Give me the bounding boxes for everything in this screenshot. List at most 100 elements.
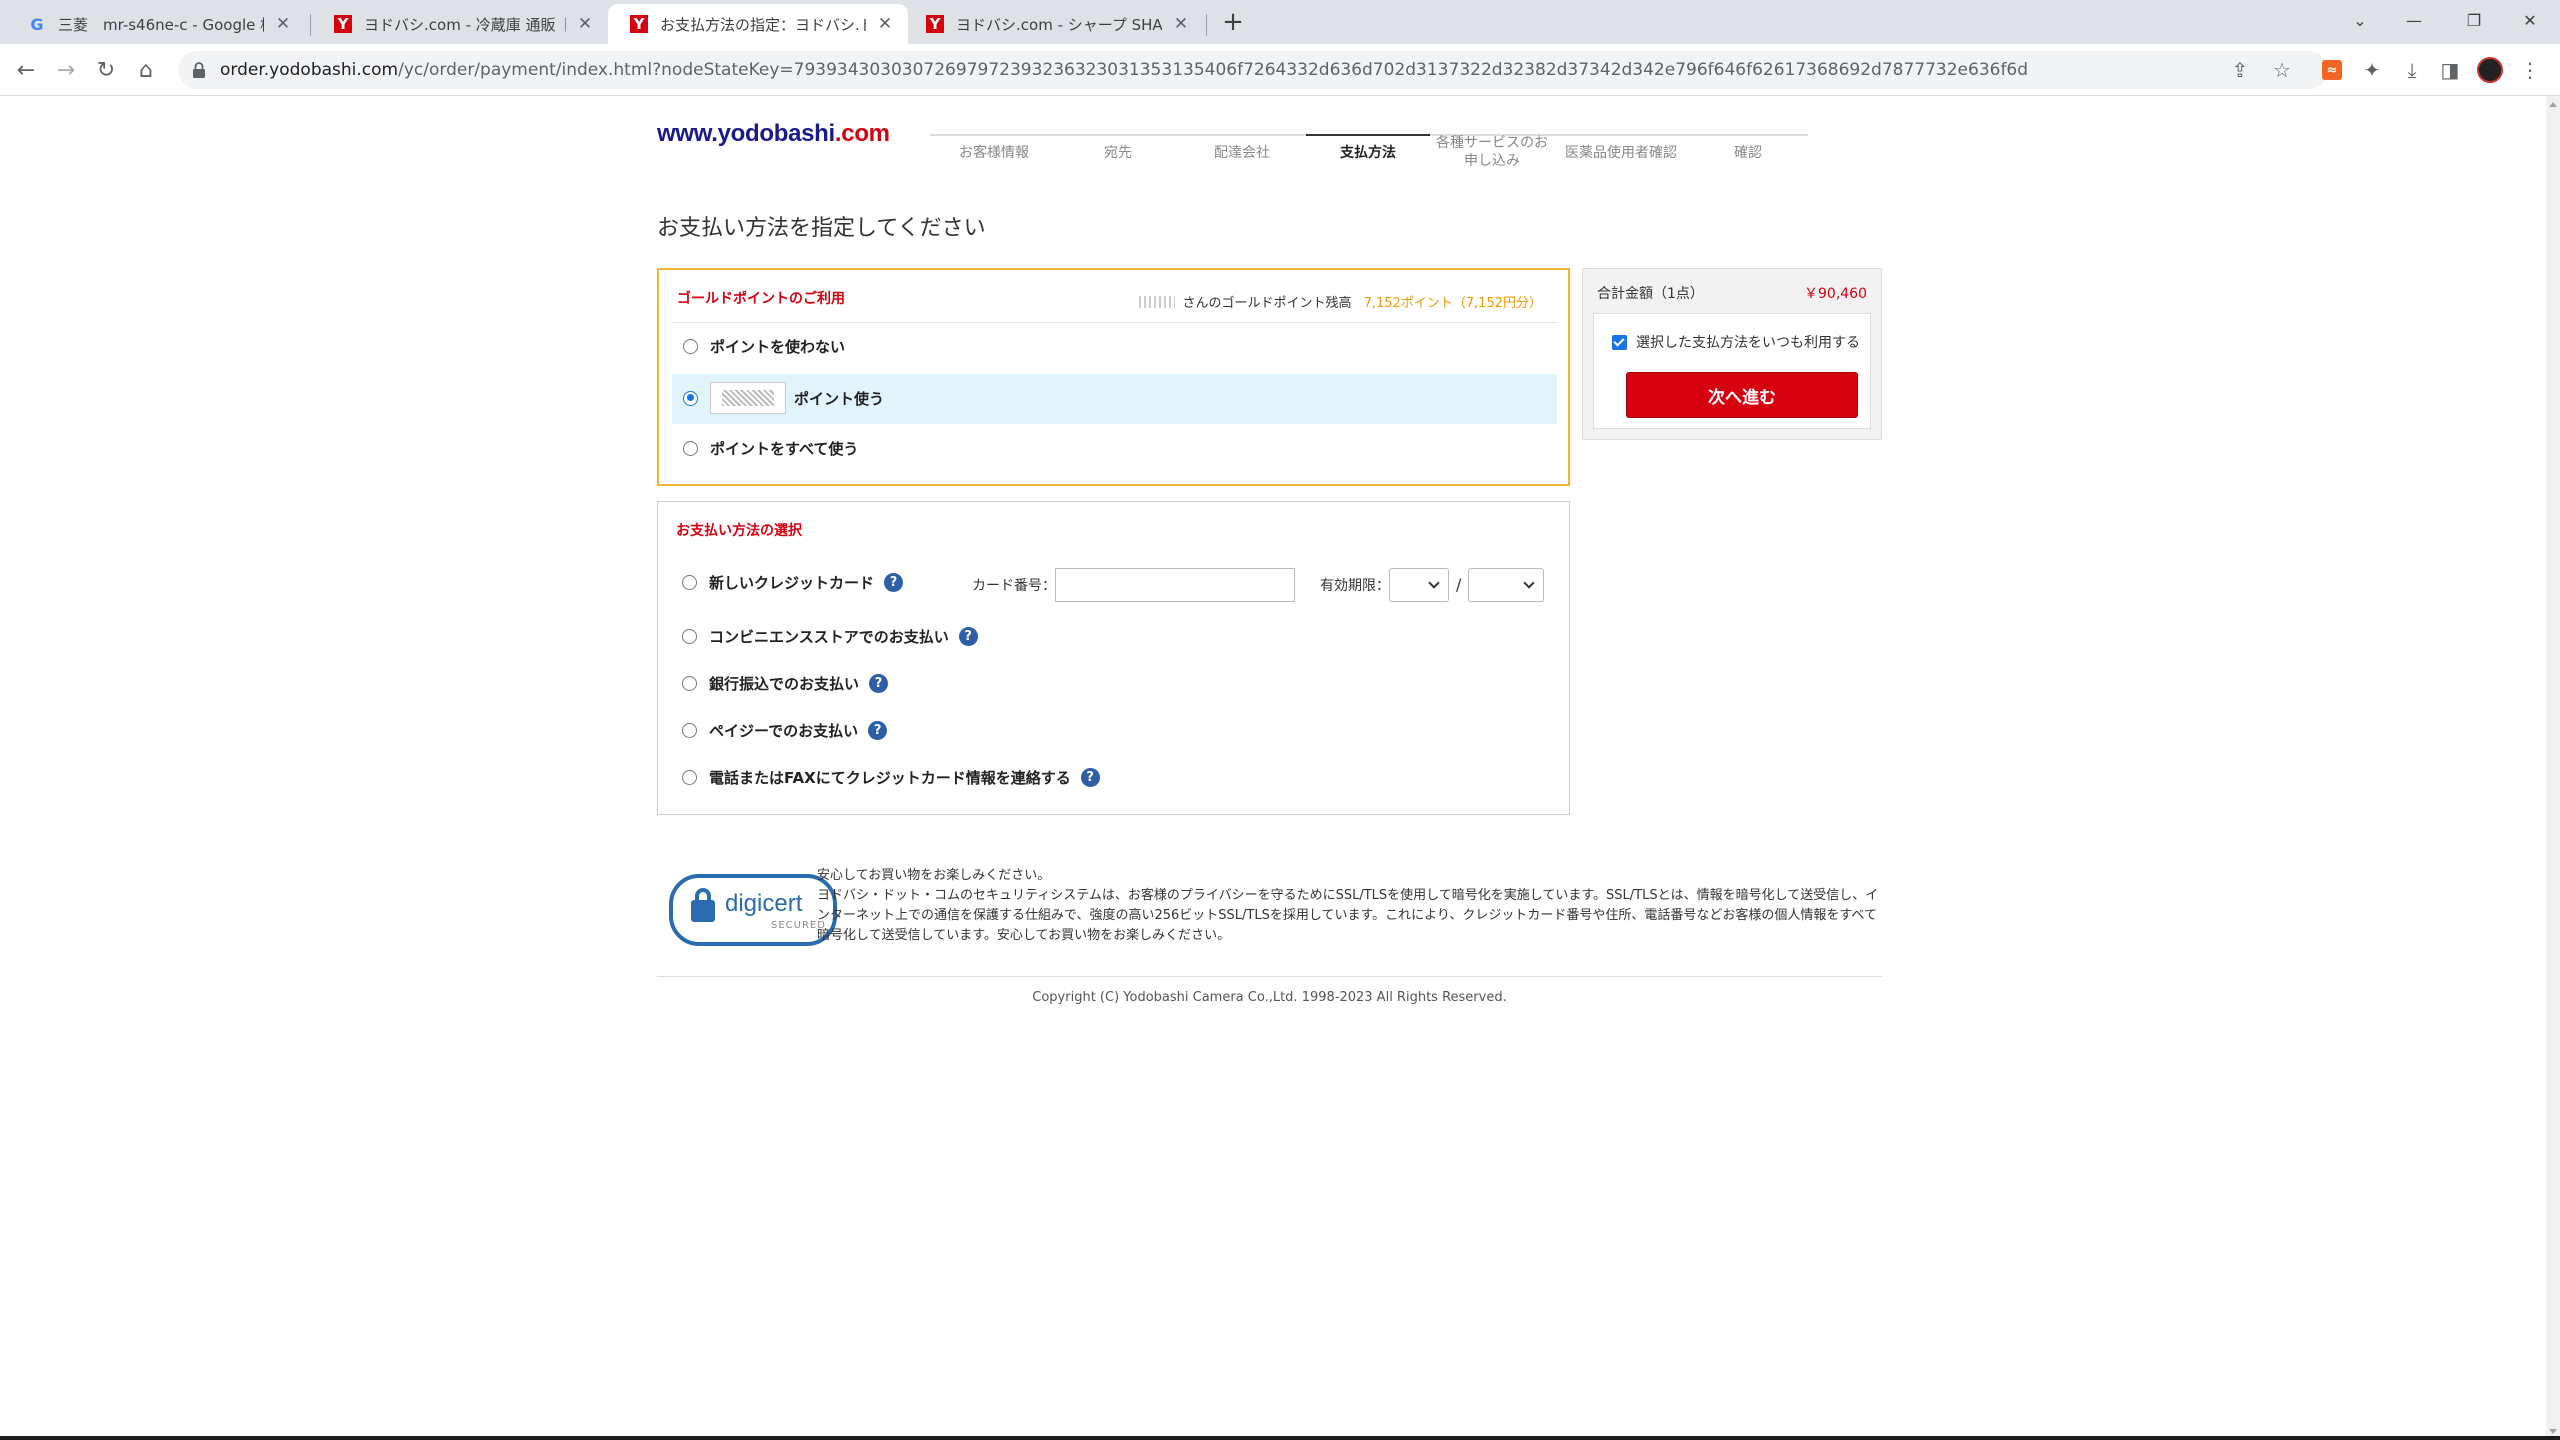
profile-avatar[interactable] <box>2477 57 2503 83</box>
expiry-month-select[interactable] <box>1389 568 1449 602</box>
url-text: order.yodobashi.com/yc/order/payment/ind… <box>220 60 2029 80</box>
forward-icon[interactable]: → <box>52 56 80 84</box>
points-option-partial[interactable]: ポイント使う <box>683 382 884 414</box>
card-number-label: カード番号： <box>972 578 1056 594</box>
expiry-separator: / <box>1456 575 1462 594</box>
yodobashi-icon: Y <box>334 15 352 33</box>
address-bar[interactable]: order.yodobashi.com/yc/order/payment/ind… <box>178 51 2328 89</box>
page-scrollbar[interactable] <box>2546 96 2560 1440</box>
browser-tab-payment[interactable]: Y お支払方法の指定：ヨドバシ.ドットコム ✕ <box>608 4 908 44</box>
step-customer-info: お客様情報 <box>959 145 1029 161</box>
summary-actions: 選択した支払方法をいつも利用する 次へ進む <box>1593 313 1871 429</box>
restore-icon[interactable]: ❐ <box>2444 0 2504 40</box>
expiry-year-select[interactable] <box>1468 568 1544 602</box>
download-icon[interactable]: ⤓ <box>2398 56 2426 84</box>
browser-tab-google-search[interactable]: G 三菱 mr-s46ne-c - Google 検索 ✕ <box>6 4 306 44</box>
total-value: ￥90,460 <box>1804 286 1867 302</box>
radio-button[interactable] <box>682 575 697 590</box>
tab-title: ヨドバシ.com - シャープ SHARP SJ-MF46J <box>956 15 1162 34</box>
points-option-all[interactable]: ポイントをすべて使う <box>683 438 858 459</box>
next-button[interactable]: 次へ進む <box>1626 372 1858 418</box>
points-balance: さんのゴールドポイント残高 7,152ポイント（7,152円分） <box>1138 292 1542 311</box>
close-tab-icon[interactable]: ✕ <box>272 13 294 35</box>
close-tab-icon[interactable]: ✕ <box>874 13 896 35</box>
points-balance-label: さんのゴールドポイント残高 <box>1182 296 1352 311</box>
page-title: お支払い方法を指定してください <box>657 216 986 241</box>
radio-button[interactable] <box>682 676 697 691</box>
site-logo[interactable]: www.yodobashi.com <box>657 120 890 148</box>
tab-separator <box>310 14 311 36</box>
expiry-label: 有効期限： <box>1320 578 1390 594</box>
gold-points-title: ゴールドポイントのご利用 <box>677 291 845 307</box>
lock-icon <box>193 62 205 78</box>
order-summary: 合計金額（1点） ￥90,460 選択した支払方法をいつも利用する 次へ進む <box>1582 268 1882 440</box>
help-icon[interactable]: ? <box>868 721 888 740</box>
copyright: Copyright (C) Yodobashi Camera Co.,Ltd. … <box>1032 990 1507 1005</box>
browser-tab-sharp[interactable]: Y ヨドバシ.com - シャープ SHARP SJ-MF46J ✕ <box>904 4 1204 44</box>
step-delivery-company: 配達会社 <box>1214 145 1270 161</box>
points-balance-value: 7,152ポイント（7,152円分） <box>1363 296 1542 311</box>
menu-icon[interactable]: ⋮ <box>2516 56 2544 84</box>
help-icon[interactable]: ? <box>884 573 904 592</box>
step-address: 宛先 <box>1104 145 1132 161</box>
points-option-none[interactable]: ポイントを使わない <box>683 336 845 357</box>
help-icon[interactable]: ? <box>1080 768 1100 787</box>
rss-icon[interactable]: ≈ <box>2318 56 2346 84</box>
digicert-seal[interactable]: digicert SECURED <box>669 874 837 946</box>
tab-title: ヨドバシ.com - 冷蔵庫 通販【全品無料配達】 <box>364 15 566 34</box>
tab-title: お支払方法の指定：ヨドバシ.ドットコム <box>660 15 866 34</box>
security-headline: 安心してお買い物をお楽しみください。 <box>817 868 1051 883</box>
radio-button[interactable] <box>683 339 698 354</box>
browser-tabstrip: G 三菱 mr-s46ne-c - Google 検索 ✕ Y ヨドバシ.com… <box>0 0 2560 44</box>
home-icon[interactable]: ⌂ <box>132 56 160 84</box>
total-label: 合計金額（1点） <box>1597 286 1704 302</box>
points-amount-input[interactable] <box>710 382 786 414</box>
yodobashi-icon: Y <box>926 15 944 33</box>
checkbox-checked[interactable] <box>1612 334 1627 350</box>
close-tab-icon[interactable]: ✕ <box>1170 13 1192 35</box>
masked-username <box>1138 295 1175 308</box>
radio-button[interactable] <box>682 770 697 785</box>
radio-button[interactable] <box>682 629 697 644</box>
browser-tab-fridge[interactable]: Y ヨドバシ.com - 冷蔵庫 通販【全品無料配達】 ✕ <box>312 4 608 44</box>
share-icon[interactable]: ⇪ <box>2226 56 2254 84</box>
divider <box>671 322 1558 323</box>
minimize-icon[interactable]: — <box>2384 0 2444 40</box>
bookmark-star-icon[interactable]: ☆ <box>2268 56 2296 84</box>
footer-divider <box>657 976 1882 977</box>
browser-toolbar: ← → ↻ ⌂ order.yodobashi.com/yc/order/pay… <box>0 44 2560 96</box>
help-icon[interactable]: ? <box>958 627 978 646</box>
chevron-down-icon <box>1523 577 1535 589</box>
payment-option-bank-transfer[interactable]: 銀行振込でのお支払い ? <box>682 673 889 694</box>
close-tab-icon[interactable]: ✕ <box>574 13 596 35</box>
reload-icon[interactable]: ↻ <box>92 56 120 84</box>
remember-payment-checkbox[interactable]: 選択した支払方法をいつも利用する <box>1612 332 1860 352</box>
extensions-icon[interactable]: ✦ <box>2358 56 2386 84</box>
payment-option-phone-fax[interactable]: 電話またはFAXにてクレジットカード情報を連絡する ? <box>682 767 1100 788</box>
security-text: 安心してお買い物をお楽しみください。 ヨドバシ・ドット・コムのセキュリティシステ… <box>817 866 1882 946</box>
card-number-input[interactable] <box>1055 568 1295 602</box>
scroll-down-icon[interactable] <box>2549 1429 2557 1434</box>
radio-button[interactable] <box>682 723 697 738</box>
security-notice: digicert SECURED 安心してお買い物をお楽しみください。 ヨドバシ… <box>657 866 1882 966</box>
payment-method-panel: お支払い方法の選択 新しいクレジットカード ? カード番号： 有効期限： / コ… <box>657 501 1570 815</box>
step-confirm: 確認 <box>1734 145 1762 161</box>
gold-points-panel: ゴールドポイントのご利用 さんのゴールドポイント残高 7,152ポイント（7,1… <box>657 268 1570 486</box>
back-icon[interactable]: ← <box>12 56 40 84</box>
chevron-down-icon <box>1428 577 1440 589</box>
scroll-up-icon[interactable] <box>2549 102 2557 107</box>
payment-option-credit-card[interactable]: 新しいクレジットカード ? <box>682 572 904 593</box>
step-services: 各種サービスのお申し込み <box>1436 135 1548 169</box>
step-payment: 支払方法 <box>1306 134 1430 162</box>
taskbar-edge <box>0 1436 2560 1440</box>
help-icon[interactable]: ? <box>869 674 889 693</box>
tab-search-icon[interactable]: ⌄ <box>2330 0 2390 40</box>
close-window-icon[interactable]: ✕ <box>2500 0 2560 40</box>
payment-option-convenience-store[interactable]: コンビニエンスストアでのお支払い ? <box>682 626 978 647</box>
radio-button[interactable] <box>683 441 698 456</box>
yodobashi-icon: Y <box>630 15 648 33</box>
payment-option-payeasy[interactable]: ペイジーでのお支払い ? <box>682 720 888 741</box>
new-tab-icon[interactable]: + <box>1218 7 1248 37</box>
radio-button-selected[interactable] <box>683 390 698 406</box>
side-panel-icon[interactable]: ◨ <box>2436 56 2464 84</box>
